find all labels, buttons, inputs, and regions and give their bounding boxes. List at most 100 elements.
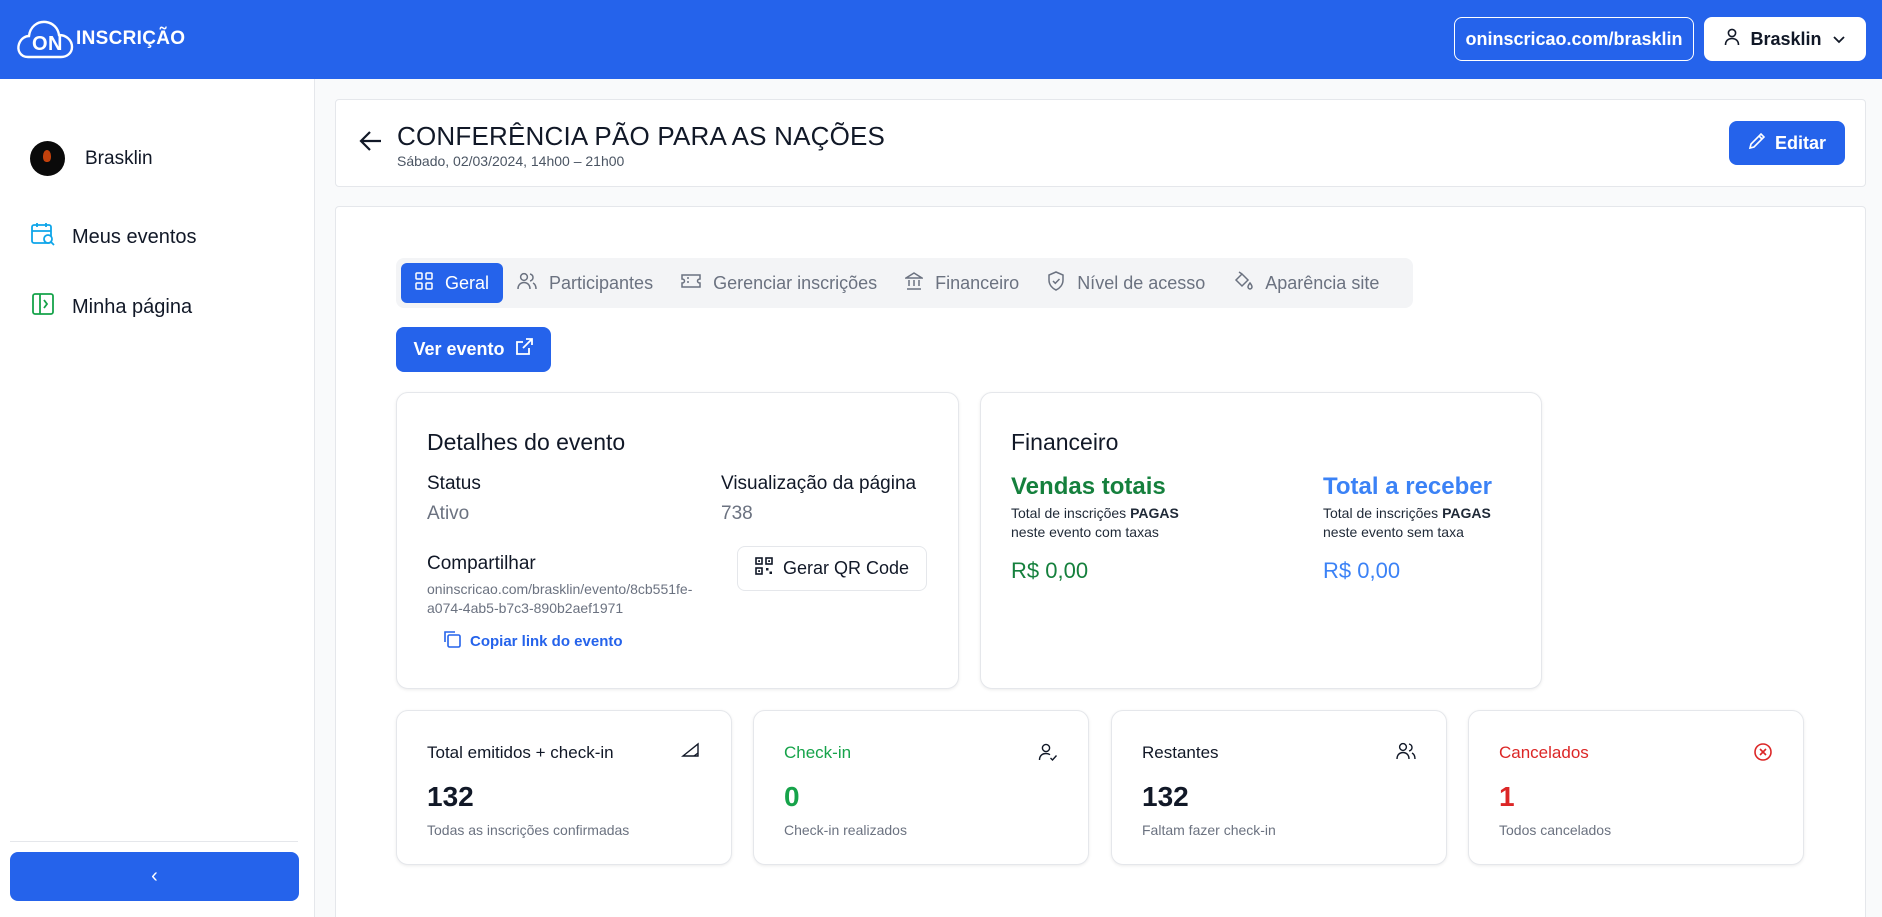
share-label: Compartilhar [427, 553, 536, 574]
sidebar-collapse-button[interactable]: ‹ [10, 852, 299, 901]
bank-icon [903, 271, 925, 295]
copy-icon [442, 629, 462, 653]
finance-card: Financeiro Vendas totais Total de inscri… [980, 392, 1542, 689]
user-menu-button[interactable]: Brasklin [1704, 17, 1866, 61]
tab-bar: Geral Participantes Gerenciar inscrições… [396, 258, 1413, 308]
event-details-title: Detalhes do evento [427, 429, 626, 455]
page-title: CONFERÊNCIA PÃO PARA AS NAÇÕES [397, 121, 886, 151]
grid-icon [415, 271, 433, 295]
sidebar-item-label: Minha página [72, 295, 193, 318]
sidebar-item-meus-eventos[interactable]: Meus eventos [30, 221, 197, 253]
view-event-label: Ver evento [413, 339, 505, 359]
total-sales-desc-bold: PAGAS [1130, 505, 1179, 521]
sidebar-divider [10, 841, 298, 842]
tab-label: Nível de acesso [1077, 272, 1206, 293]
logo-text: INSCRIÇÃO [76, 28, 186, 49]
total-sales-desc-line2: neste evento com taxas [1011, 524, 1159, 540]
stat-description: Faltam fazer check-in [1142, 822, 1276, 838]
edit-button-label: Editar [1774, 132, 1826, 153]
page-views-value: 738 [721, 503, 753, 524]
total-sales-heading: Vendas totais [1011, 473, 1166, 500]
to-receive-desc-line2: neste evento sem taxa [1323, 524, 1464, 540]
stat-value: 0 [784, 781, 800, 812]
tab-participantes[interactable]: Participantes [503, 263, 667, 303]
event-date: Sábado, 02/03/2024, 14h00 – 21h00 [397, 153, 625, 169]
back-arrow-icon[interactable] [359, 130, 383, 157]
stat-value: 1 [1499, 781, 1515, 812]
to-receive-heading: Total a receber [1323, 473, 1492, 500]
stat-title: Check-in [784, 743, 852, 762]
x-circle-icon [1753, 742, 1773, 767]
user-check-icon [1038, 742, 1058, 767]
total-sales-desc-prefix: Total de inscrições [1011, 505, 1131, 521]
generate-qr-button[interactable]: Gerar QR Code [737, 546, 927, 591]
calendar-search-icon [30, 221, 56, 253]
event-details-card: Detalhes do evento Status Ativo Visualiz… [396, 392, 959, 689]
stat-description: Check-in realizados [784, 822, 907, 838]
tab-label: Participantes [549, 272, 654, 293]
users-icon [517, 272, 537, 295]
chevron-down-icon [1832, 29, 1846, 50]
to-receive-value: R$ 0,00 [1323, 558, 1401, 583]
total-sales-value: R$ 0,00 [1011, 558, 1089, 583]
app-logo[interactable]: ON INSCRIÇÃO [16, 17, 185, 61]
page-layout-icon [30, 291, 56, 323]
view-event-button[interactable]: Ver evento [396, 327, 551, 372]
generate-qr-label: Gerar QR Code [782, 558, 910, 578]
stat-value: 132 [1142, 781, 1189, 812]
status-label: Status [427, 473, 481, 494]
stat-card-remaining: Restantes 132 Faltam fazer check-in [1111, 710, 1447, 865]
tab-gerenciar-inscricoes[interactable]: Gerenciar inscrições [667, 263, 891, 303]
top-bar: ON INSCRIÇÃO oninscricao.com/brasklin Br… [0, 0, 1882, 79]
stat-description: Todos cancelados [1499, 822, 1612, 838]
finance-title: Financeiro [1011, 429, 1119, 455]
tab-label: Aparência site [1265, 272, 1380, 293]
main-panel: Geral Participantes Gerenciar inscrições… [335, 206, 1866, 917]
status-value: Ativo [427, 503, 470, 524]
event-header: CONFERÊNCIA PÃO PARA AS NAÇÕES Sábado, 0… [335, 99, 1866, 187]
user-menu-label: Brasklin [1750, 28, 1822, 49]
users-icon [1396, 742, 1416, 765]
stat-title: Restantes [1142, 743, 1219, 762]
avatar [30, 141, 65, 176]
to-receive-desc-prefix: Total de inscrições [1323, 505, 1443, 521]
external-link-icon [514, 337, 534, 362]
edit-button[interactable]: Editar [1729, 121, 1845, 165]
stat-title: Cancelados [1499, 743, 1589, 762]
shield-icon [1047, 270, 1065, 296]
stat-card-checkin: Check-in 0 Check-in realizados [753, 710, 1089, 865]
share-url: oninscricao.com/brasklin/evento/8cb551fe… [427, 581, 693, 616]
tab-financeiro[interactable]: Financeiro [891, 263, 1033, 303]
logo-on-text: ON [32, 33, 63, 55]
stat-title: Total emitidos + check-in [427, 743, 614, 762]
to-receive-desc-bold: PAGAS [1442, 505, 1491, 521]
stat-description: Todas as inscrições confirmadas [427, 822, 630, 838]
page-views-label: Visualização da página [721, 473, 917, 494]
sidebar: Brasklin Meus eventos Minha página ‹ [0, 79, 315, 917]
tab-label: Financeiro [935, 272, 1020, 293]
copy-link-label: Copiar link do evento [470, 632, 623, 650]
stat-value: 132 [427, 781, 474, 812]
sidebar-item-label: Meus eventos [72, 225, 197, 248]
ticket-icon [681, 273, 701, 294]
stat-card-total: Total emitidos + check-in 132 Todas as i… [396, 710, 732, 865]
tab-geral[interactable]: Geral [401, 263, 504, 303]
sidebar-item-minha-pagina[interactable]: Minha página [30, 291, 192, 323]
stat-card-cancelled: Cancelados 1 Todos cancelados [1468, 710, 1804, 865]
tab-aparencia-site[interactable]: Aparência site [1219, 263, 1393, 303]
user-icon [1724, 28, 1740, 51]
sidebar-user[interactable]: Brasklin [30, 141, 153, 176]
tab-nivel-de-acesso[interactable]: Nível de acesso [1033, 263, 1219, 303]
public-url-button[interactable]: oninscricao.com/brasklin [1454, 17, 1694, 61]
tab-label: Geral [445, 272, 490, 293]
total-sales-description: Total de inscrições PAGAS neste evento c… [1011, 504, 1179, 542]
qr-code-icon [755, 557, 773, 580]
sidebar-user-name: Brasklin [85, 147, 153, 169]
tab-label: Gerenciar inscrições [713, 272, 878, 293]
tag-icon [681, 742, 701, 763]
to-receive-description: Total de inscrições PAGAS neste evento s… [1323, 504, 1491, 542]
cloud-logo-icon: ON [16, 17, 74, 61]
copy-link-button[interactable]: Copiar link do evento [442, 629, 623, 653]
paint-bucket-icon [1233, 270, 1254, 296]
pencil-icon [1748, 132, 1766, 155]
